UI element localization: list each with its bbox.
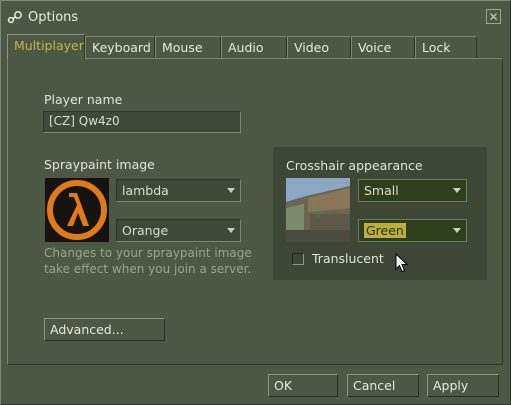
tab-lock[interactable]: Lock [415,36,477,58]
tab-voice[interactable]: Voice [351,36,415,58]
crosshair-preview-image [286,178,350,242]
tab-video[interactable]: Video [287,36,351,58]
select-value: lambda [122,183,169,198]
translucent-label: Translucent [312,251,384,266]
translucent-checkbox[interactable] [292,253,304,265]
crosshair-size-select[interactable]: Small [358,179,467,202]
select-value: Green [364,223,406,238]
chevron-down-icon [227,228,235,233]
close-icon: ✕ [488,10,499,24]
crosshair-label: Crosshair appearance [286,158,423,173]
tab-label: Voice [358,40,392,55]
crosshair-color-select[interactable]: Green [358,219,467,242]
tab-label: Keyboard [92,40,151,55]
window-title: Options [28,10,79,25]
advanced-button[interactable]: Advanced... [44,318,165,341]
tab-label: Mouse [162,40,203,55]
spraypaint-preview-image [45,178,109,242]
spray-color-select[interactable]: Orange [116,219,241,242]
chevron-down-icon [453,228,461,233]
tab-label: Multiplayer [14,38,84,53]
close-button[interactable]: ✕ [486,9,501,24]
tab-bar: Multiplayer Keyboard Mouse Audio Video V… [7,34,477,59]
mouse-cursor-icon [395,253,409,273]
cancel-button[interactable]: Cancel [347,374,419,397]
tab-label: Lock [422,40,451,55]
ok-button[interactable]: OK [268,374,338,397]
spray-hint-text: Changes to your spraypaint image take ef… [44,246,252,276]
select-value: Orange [122,223,169,238]
select-value: Small [364,183,399,198]
chevron-down-icon [227,188,235,193]
tab-multiplayer[interactable]: Multiplayer [7,34,85,59]
title-bar: Options ✕ [1,1,510,31]
options-window: Options ✕ Multiplayer Keyboard Mouse Aud… [0,0,511,405]
tab-mouse[interactable]: Mouse [155,36,221,58]
player-name-input[interactable]: [CZ] Qw4z0 [43,111,241,133]
tab-keyboard[interactable]: Keyboard [85,36,155,58]
tab-label: Audio [228,40,264,55]
tab-label: Video [294,40,330,55]
apply-button[interactable]: Apply [427,374,499,397]
spraypaint-label: Spraypaint image [44,157,155,172]
steam-icon [7,11,22,24]
spray-image-select[interactable]: lambda [116,179,241,202]
chevron-down-icon [453,188,461,193]
player-name-label: Player name [44,92,123,107]
tab-audio[interactable]: Audio [221,36,287,58]
